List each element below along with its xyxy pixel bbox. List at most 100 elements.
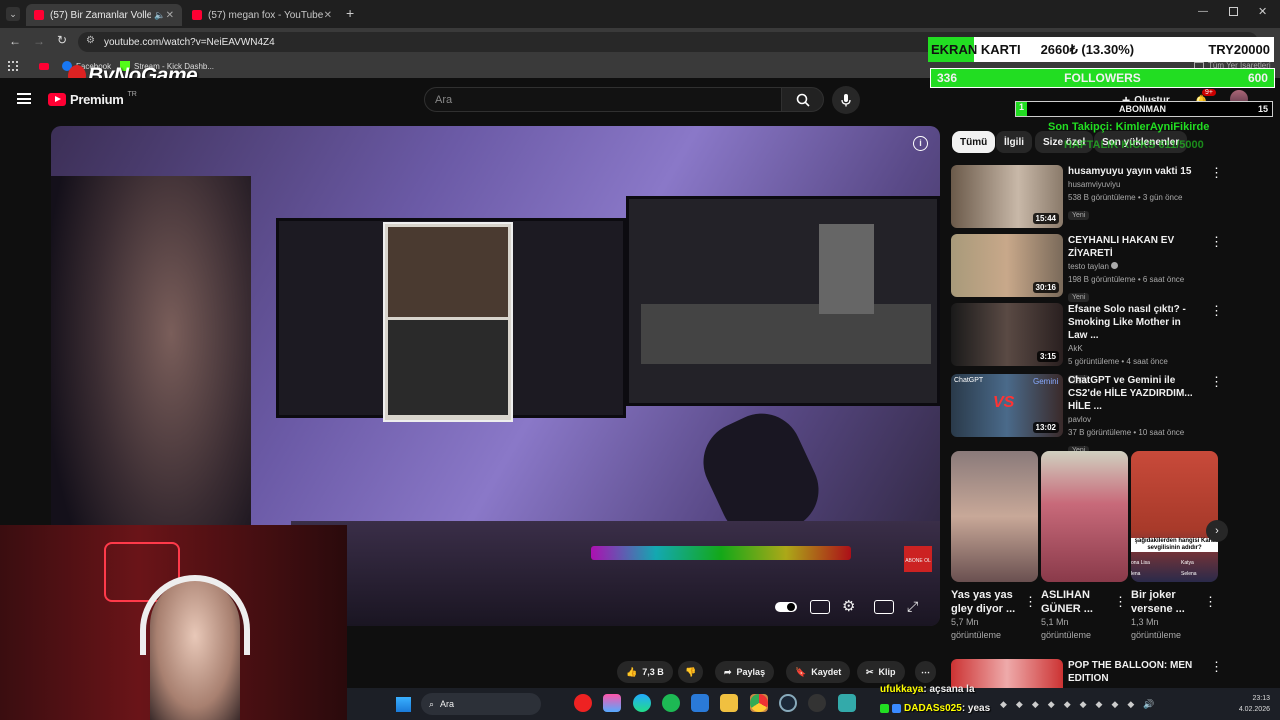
video-thumbnail[interactable]: 3:15 bbox=[951, 303, 1063, 366]
dislike-button[interactable]: 👎 bbox=[678, 661, 704, 683]
clip-button[interactable]: ✂ Klip bbox=[857, 661, 905, 683]
new-tab-icon[interactable]: + bbox=[346, 5, 354, 21]
settings-gear-icon[interactable]: ⚙ bbox=[842, 597, 855, 615]
short-title[interactable]: ASLIHAN GÜNER ... bbox=[1041, 588, 1113, 616]
channel-name[interactable]: testo taylan bbox=[1068, 260, 1208, 273]
tab-youtube-active[interactable]: (57) Bir Zamanlar Voller / M 🔈 ✕ bbox=[26, 4, 182, 26]
tray-icon[interactable]: ◆ bbox=[1127, 699, 1134, 710]
info-icon[interactable]: i bbox=[913, 136, 928, 151]
browser-tab-bar: ⌄ (57) Bir Zamanlar Voller / M 🔈 ✕ (57) … bbox=[0, 0, 1280, 28]
window-minimize-icon[interactable]: — bbox=[1198, 6, 1208, 17]
window-close-icon[interactable]: ✕ bbox=[1258, 5, 1267, 18]
share-button[interactable]: ➦ Paylaş bbox=[715, 661, 775, 683]
subtitles-icon[interactable] bbox=[810, 600, 830, 614]
taskbar-search[interactable]: ⌕ Ara bbox=[421, 693, 541, 715]
more-icon[interactable]: ⋮ bbox=[1210, 234, 1223, 250]
apps-icon[interactable] bbox=[8, 61, 18, 71]
chat-badge-icon bbox=[880, 704, 889, 713]
taskbar-clock[interactable]: 23:13 4.02.2026 bbox=[1228, 693, 1270, 715]
taskbar-app-icon[interactable] bbox=[838, 694, 856, 712]
tray-icon[interactable]: ◆ bbox=[1000, 699, 1007, 710]
gpu-goal-target: TRY20000 bbox=[1208, 42, 1270, 57]
tray-icon[interactable]: ◆ bbox=[1111, 699, 1118, 710]
channel-name[interactable]: pavlov bbox=[1068, 413, 1200, 426]
video-thumbnail[interactable]: ChatGPT VS Gemini 13:02 bbox=[951, 374, 1063, 437]
short-item[interactable]: ASLIHAN GÜNER ... 5,1 Mn görüntüleme bbox=[1041, 588, 1113, 642]
windows-start-icon[interactable] bbox=[396, 697, 411, 712]
menu-icon[interactable] bbox=[17, 93, 31, 104]
short-title[interactable]: Bir joker versene ... bbox=[1131, 588, 1203, 616]
chat-message: DADASs025: yeas bbox=[880, 703, 990, 714]
channel-name[interactable]: AkK bbox=[1068, 342, 1200, 355]
short-thumbnail[interactable] bbox=[951, 451, 1038, 582]
youtube-logo[interactable]: Premium TR bbox=[48, 91, 137, 107]
close-tab-icon[interactable]: ✕ bbox=[324, 10, 332, 21]
short-item[interactable]: Yas yas yas gley diyor ... 5,7 Mn görünt… bbox=[951, 588, 1029, 642]
store-icon[interactable] bbox=[691, 694, 709, 712]
short-thumbnail[interactable] bbox=[1041, 451, 1128, 582]
voice-search-button[interactable] bbox=[832, 86, 860, 114]
search-input[interactable]: Ara bbox=[424, 87, 782, 112]
tray-icon[interactable]: ◆ bbox=[1016, 699, 1023, 710]
spotify-icon[interactable] bbox=[662, 694, 680, 712]
forward-icon[interactable]: → bbox=[33, 34, 45, 48]
like-button[interactable]: 👍 7,3 B bbox=[617, 661, 673, 683]
edge-icon[interactable] bbox=[633, 694, 651, 712]
tray-icon[interactable]: ◆ bbox=[1048, 699, 1055, 710]
speaker-icon[interactable]: 🔊 bbox=[1143, 699, 1154, 710]
short-item[interactable]: Bir joker versene ... 1,3 Mn görüntüleme bbox=[1131, 588, 1203, 642]
short-title[interactable]: Yas yas yas gley diyor ... bbox=[951, 588, 1029, 616]
fullscreen-icon[interactable]: ⤢ bbox=[907, 598, 918, 615]
more-icon[interactable]: ⋮ bbox=[1210, 303, 1223, 319]
rec-item[interactable]: 30:16 CEYHANLI HAKAN EV ZİYARETİ testo t… bbox=[951, 234, 1223, 302]
rec-item[interactable]: POP THE BALLOON: MEN EDITION ⋮ bbox=[951, 659, 1223, 688]
tray-icon[interactable]: ◆ bbox=[1064, 699, 1071, 710]
miniplayer-icon[interactable] bbox=[874, 600, 894, 614]
rec-item[interactable]: ChatGPT VS Gemini 13:02 ChatGPT ve Gemin… bbox=[951, 374, 1223, 455]
more-icon[interactable]: ⋮ bbox=[1114, 594, 1127, 610]
video-thumbnail[interactable]: 15:44 bbox=[951, 165, 1063, 228]
chip-related[interactable]: İlgili bbox=[996, 131, 1032, 153]
more-icon[interactable]: ⋮ bbox=[1210, 374, 1223, 390]
subscribe-watermark[interactable]: ABONE OL bbox=[904, 546, 932, 572]
more-icon[interactable]: ⋮ bbox=[1210, 165, 1223, 181]
taskbar-app-icon[interactable] bbox=[603, 694, 621, 712]
more-icon[interactable]: ⋮ bbox=[1210, 659, 1223, 675]
video-title[interactable]: ChatGPT ve Gemini ile CS2'de HİLE YAZDIR… bbox=[1068, 374, 1200, 413]
shorts-next-arrow[interactable]: › bbox=[1206, 520, 1228, 542]
back-icon[interactable]: ← bbox=[9, 34, 21, 48]
chrome-icon[interactable] bbox=[750, 694, 768, 712]
system-tray[interactable]: ◆ ◆ ◆ ◆ ◆ ◆ ◆ ◆ ◆ 🔊 bbox=[1000, 696, 1225, 712]
taskbar-app-icon[interactable] bbox=[574, 694, 592, 712]
more-icon[interactable]: ⋮ bbox=[1024, 594, 1037, 610]
search-button[interactable] bbox=[781, 87, 824, 112]
rec-item[interactable]: 15:44 husamyuyu yayın vakti 15 husamviyu… bbox=[951, 165, 1223, 229]
taskbar-app-icon[interactable] bbox=[808, 694, 826, 712]
chip-all[interactable]: Tümü bbox=[952, 131, 996, 153]
steam-icon[interactable] bbox=[779, 694, 797, 712]
speaker-icon[interactable]: 🔈 bbox=[154, 10, 165, 21]
autoplay-toggle[interactable] bbox=[775, 602, 797, 612]
window-restore-icon[interactable] bbox=[1229, 7, 1238, 16]
rec-item[interactable]: 3:15 Efsane Solo nasıl çıktı? - Smoking … bbox=[951, 303, 1223, 384]
site-info-icon[interactable]: ⚙ bbox=[86, 35, 95, 46]
bookmark-youtube-icon[interactable] bbox=[39, 63, 49, 70]
video-title[interactable]: POP THE BALLOON: MEN EDITION bbox=[1068, 659, 1200, 685]
save-button[interactable]: 🔖 Kaydet bbox=[786, 661, 851, 683]
tab-youtube-megan[interactable]: (57) megan fox - YouTube ✕ bbox=[184, 4, 340, 26]
video-thumbnail[interactable]: 30:16 bbox=[951, 234, 1063, 297]
tray-icon[interactable]: ◆ bbox=[1032, 699, 1039, 710]
video-title[interactable]: Efsane Solo nasıl çıktı? - Smoking Like … bbox=[1068, 303, 1200, 342]
reload-icon[interactable]: ↻ bbox=[57, 33, 67, 47]
video-title[interactable]: husamyuyu yayın vakti 15 bbox=[1068, 165, 1200, 178]
more-actions-button[interactable]: ⋯ bbox=[915, 661, 936, 683]
video-title[interactable]: CEYHANLI HAKAN EV ZİYARETİ bbox=[1068, 234, 1208, 260]
tray-icon[interactable]: ◆ bbox=[1096, 699, 1103, 710]
tray-icon[interactable]: ◆ bbox=[1080, 699, 1087, 710]
file-explorer-icon[interactable] bbox=[720, 694, 738, 712]
channel-name[interactable]: husamviyuviyu bbox=[1068, 178, 1200, 191]
more-icon[interactable]: ⋮ bbox=[1204, 594, 1217, 610]
short-thumbnail[interactable]: şağıdakilerden hangisi Kara sevgilisinin… bbox=[1131, 451, 1218, 582]
close-tab-icon[interactable]: ✕ bbox=[166, 10, 174, 21]
tab-search-icon[interactable]: ⌄ bbox=[6, 7, 20, 21]
